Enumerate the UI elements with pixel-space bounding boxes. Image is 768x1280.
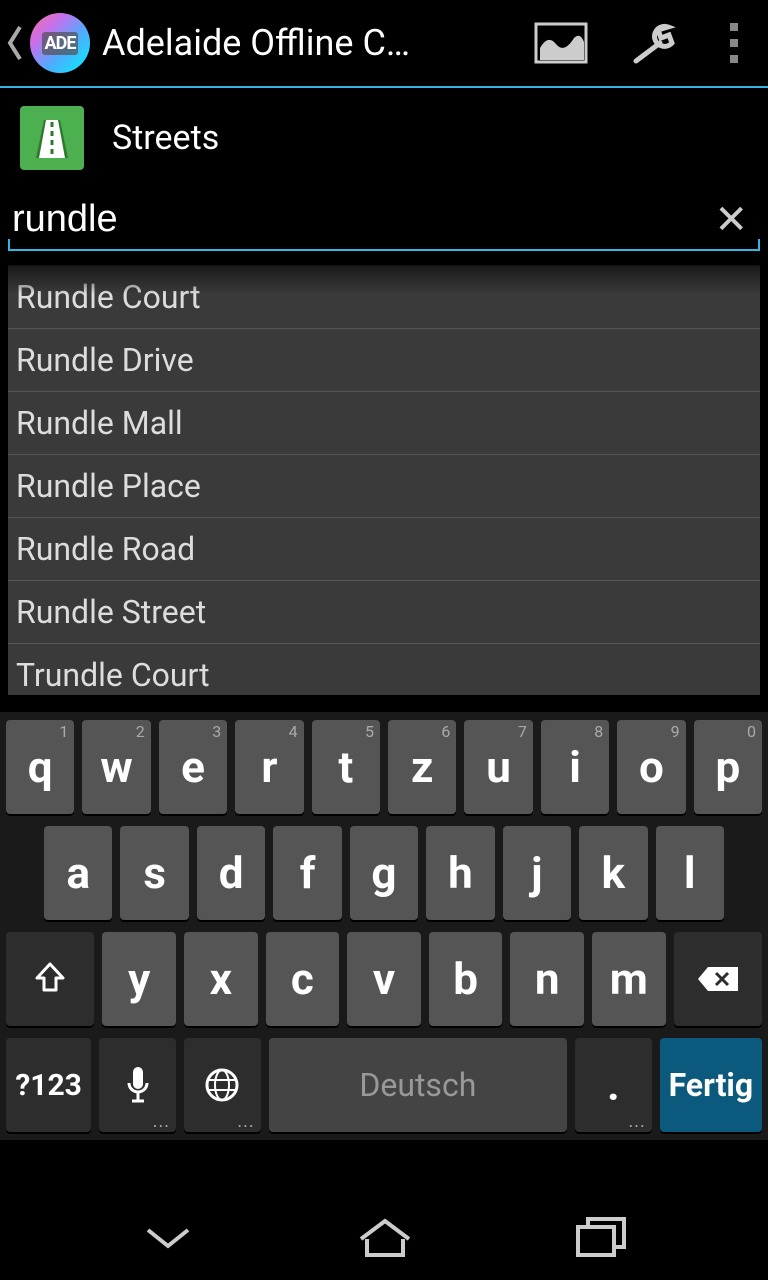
key-i[interactable]: i8 [541, 720, 609, 814]
list-item[interactable]: Trundle Court [8, 644, 760, 695]
results-list[interactable]: Rundle Court Rundle Drive Rundle Mall Ru… [8, 265, 760, 695]
key-p[interactable]: p0 [694, 720, 762, 814]
app-title: Adelaide Offline C… [102, 22, 534, 64]
key-q[interactable]: q1 [6, 720, 74, 814]
key-m[interactable]: m [592, 932, 666, 1026]
list-item[interactable]: Rundle Street [8, 581, 760, 644]
key-l[interactable]: l [656, 826, 724, 920]
ellipsis-icon: ... [628, 1111, 645, 1132]
keyboard-row-3: y x c v b n m [6, 932, 762, 1026]
app-icon[interactable]: ADE [30, 13, 90, 73]
key-g[interactable]: g [350, 826, 418, 920]
back-chevron-icon[interactable] [0, 23, 30, 63]
key-language[interactable]: ... [184, 1038, 261, 1132]
category-row[interactable]: Streets [0, 88, 768, 188]
overflow-menu-icon[interactable] [720, 23, 748, 63]
key-period[interactable]: .... [575, 1038, 652, 1132]
key-x[interactable]: x [184, 932, 258, 1026]
nav-recent-icon[interactable] [574, 1215, 628, 1259]
search-row: ✕ [8, 194, 760, 251]
key-voice[interactable]: ... [99, 1038, 176, 1132]
key-shift[interactable] [6, 932, 94, 1026]
road-icon [20, 106, 84, 170]
key-n[interactable]: n [510, 932, 584, 1026]
list-item[interactable]: Rundle Drive [8, 329, 760, 392]
map-globe-icon[interactable] [534, 22, 588, 64]
key-done[interactable]: Fertig [660, 1038, 762, 1132]
key-s[interactable]: s [120, 826, 188, 920]
system-nav-bar [0, 1194, 768, 1280]
key-b[interactable]: b [429, 932, 503, 1026]
nav-back-icon[interactable] [140, 1222, 196, 1252]
key-o[interactable]: o9 [617, 720, 685, 814]
key-w[interactable]: w2 [82, 720, 150, 814]
list-item[interactable]: Rundle Road [8, 518, 760, 581]
key-symbols[interactable]: ?123 [6, 1038, 91, 1132]
keyboard-row-4: ?123 ... ... Deutsch .... Fertig [6, 1038, 762, 1132]
list-item[interactable]: Rundle Court [8, 266, 760, 329]
keyboard-row-1: q1 w2 e3 r4 t5 z6 u7 i8 o9 p0 [6, 720, 762, 814]
key-j[interactable]: j [503, 826, 571, 920]
ellipsis-icon: ... [153, 1111, 170, 1132]
clear-input-icon[interactable]: ✕ [702, 196, 760, 243]
key-r[interactable]: r4 [235, 720, 303, 814]
search-input[interactable] [8, 194, 702, 245]
key-v[interactable]: v [347, 932, 421, 1026]
key-c[interactable]: c [266, 932, 340, 1026]
app-icon-text: ADE [42, 32, 79, 55]
key-h[interactable]: h [426, 826, 494, 920]
keyboard-row-2: a s d f g h j k l [6, 826, 762, 920]
key-a[interactable]: a [44, 826, 112, 920]
key-e[interactable]: e3 [159, 720, 227, 814]
key-u[interactable]: u7 [464, 720, 532, 814]
category-label: Streets [112, 118, 219, 158]
key-y[interactable]: y [102, 932, 176, 1026]
key-z[interactable]: z6 [388, 720, 456, 814]
ellipsis-icon: ... [237, 1111, 254, 1132]
key-f[interactable]: f [273, 826, 341, 920]
soft-keyboard: q1 w2 e3 r4 t5 z6 u7 i8 o9 p0 a s d f g … [0, 712, 768, 1140]
action-icons [534, 21, 760, 65]
nav-home-icon[interactable] [355, 1215, 415, 1259]
key-d[interactable]: d [197, 826, 265, 920]
settings-wrench-icon[interactable] [628, 21, 680, 65]
key-space[interactable]: Deutsch [269, 1038, 567, 1132]
action-bar: ADE Adelaide Offline C… [0, 0, 768, 88]
list-item[interactable]: Rundle Place [8, 455, 760, 518]
key-backspace[interactable] [674, 932, 762, 1026]
key-t[interactable]: t5 [312, 720, 380, 814]
key-k[interactable]: k [579, 826, 647, 920]
list-item[interactable]: Rundle Mall [8, 392, 760, 455]
